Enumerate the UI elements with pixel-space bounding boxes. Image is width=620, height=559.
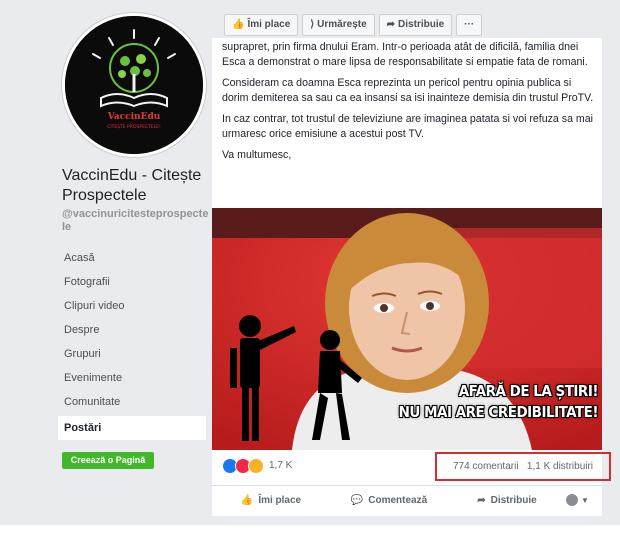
shares-count[interactable]: 1,1 K distribuiri [527,461,593,472]
post-paragraph: In caz contrar, tot trustul de televiziu… [222,113,593,140]
page-handle[interactable]: @vaccinuricitesteprospectele [62,208,210,234]
share-label: Distribuie [490,494,537,506]
post-paragraph: suprapret, prin firma dnului Eram. Intr-… [222,41,588,68]
post-paragraph: Consideram ca doamna Esca reprezinta un … [222,77,594,104]
page-avatar[interactable]: VaccinEdu CITEȘTE PROSPECTELE! [62,13,206,157]
sidebar-item-videos[interactable]: Clipuri video [58,294,206,318]
like-page-button[interactable]: 👍 Îmi place [224,14,299,36]
audience-selector[interactable]: ▼ [566,494,602,506]
sidebar-nav: Acasă Fotografii Clipuri video Despre Gr… [58,246,206,440]
share-button[interactable]: ➦ Distribuie [448,495,566,506]
page-title[interactable]: VaccinEdu - Citește Prospectele [62,166,210,206]
logo-text-main: VaccinEdu [107,112,161,122]
engagement-highlight-box: 774 comentarii 1,1 K distribuiri [435,452,611,481]
image-caption-line-1: AFARĂ DE LA ȘTIRI! [458,382,599,400]
sidebar-item-posts[interactable]: Postări [58,416,206,440]
sidebar-item-home[interactable]: Acasă [58,246,206,270]
share-page-button[interactable]: ➦ Distribuie [378,14,453,36]
image-caption-line-2: NU MAI ARE CREDIBILITATE! [398,403,599,421]
thumbs-up-icon: 👍 [232,19,245,30]
like-button[interactable]: 👍 Îmi place [212,495,330,506]
image-caption: AFARĂ DE LA ȘTIRI! NU MAI ARE CREDIBILIT… [380,381,599,423]
avatar-small-icon [566,494,578,506]
sidebar-item-photos[interactable]: Fotografii [58,270,206,294]
more-button[interactable]: ··· [456,14,483,36]
create-page-button[interactable]: Creează o Pagină [62,452,154,469]
reaction-count: 1,7 K [269,460,293,471]
follow-button[interactable]: ⟩ Urmărește [302,14,375,36]
page-toolbar: 👍 Îmi place ⟩ Urmărește ➦ Distribuie ··· [224,14,483,36]
follow-label: Urmărește [317,19,367,30]
logo-image: VaccinEdu CITEȘTE PROSPECTELE! [65,16,203,154]
post-paragraph: Va multumesc, [222,149,292,161]
comments-count[interactable]: 774 comentarii [453,461,519,472]
reactions-summary[interactable]: 1,7 K [222,458,292,474]
page: VaccinEdu CITEȘTE PROSPECTELE! VaccinEdu… [0,0,620,559]
comment-label: Comentează [368,494,428,506]
thumbs-up-outline-icon: 👍 [240,494,254,506]
share-page-label: Distribuie [398,19,445,30]
like-page-label: Îmi place [247,19,291,30]
post-actions: 👍 Îmi place 💬 Comentează ➦ Distribuie ▼ [212,485,602,514]
post-stats: 1,7 K 774 comentarii 1,1 K distribuiri [212,452,611,481]
comment-bubble-icon: 💬 [350,494,364,506]
logo-text-sub: CITEȘTE PROSPECTELE! [107,124,161,130]
sidebar-item-groups[interactable]: Grupuri [58,342,206,366]
sidebar-item-community[interactable]: Comunitate [58,390,206,414]
rss-icon: ⟩ [310,19,315,30]
sidebar-item-events[interactable]: Evenimente [58,366,206,390]
haha-reaction-icon [248,458,264,474]
comment-button[interactable]: 💬 Comentează [330,495,448,506]
chevron-down-icon: ▼ [581,495,589,505]
share-arrow-icon: ➦ [386,19,396,30]
sidebar-item-about[interactable]: Despre [58,318,206,342]
post-text: suprapret, prin firma dnului Eram. Intr-… [222,40,594,169]
share-arrow-icon: ➦ [477,494,486,506]
like-label: Îmi place [258,494,302,506]
